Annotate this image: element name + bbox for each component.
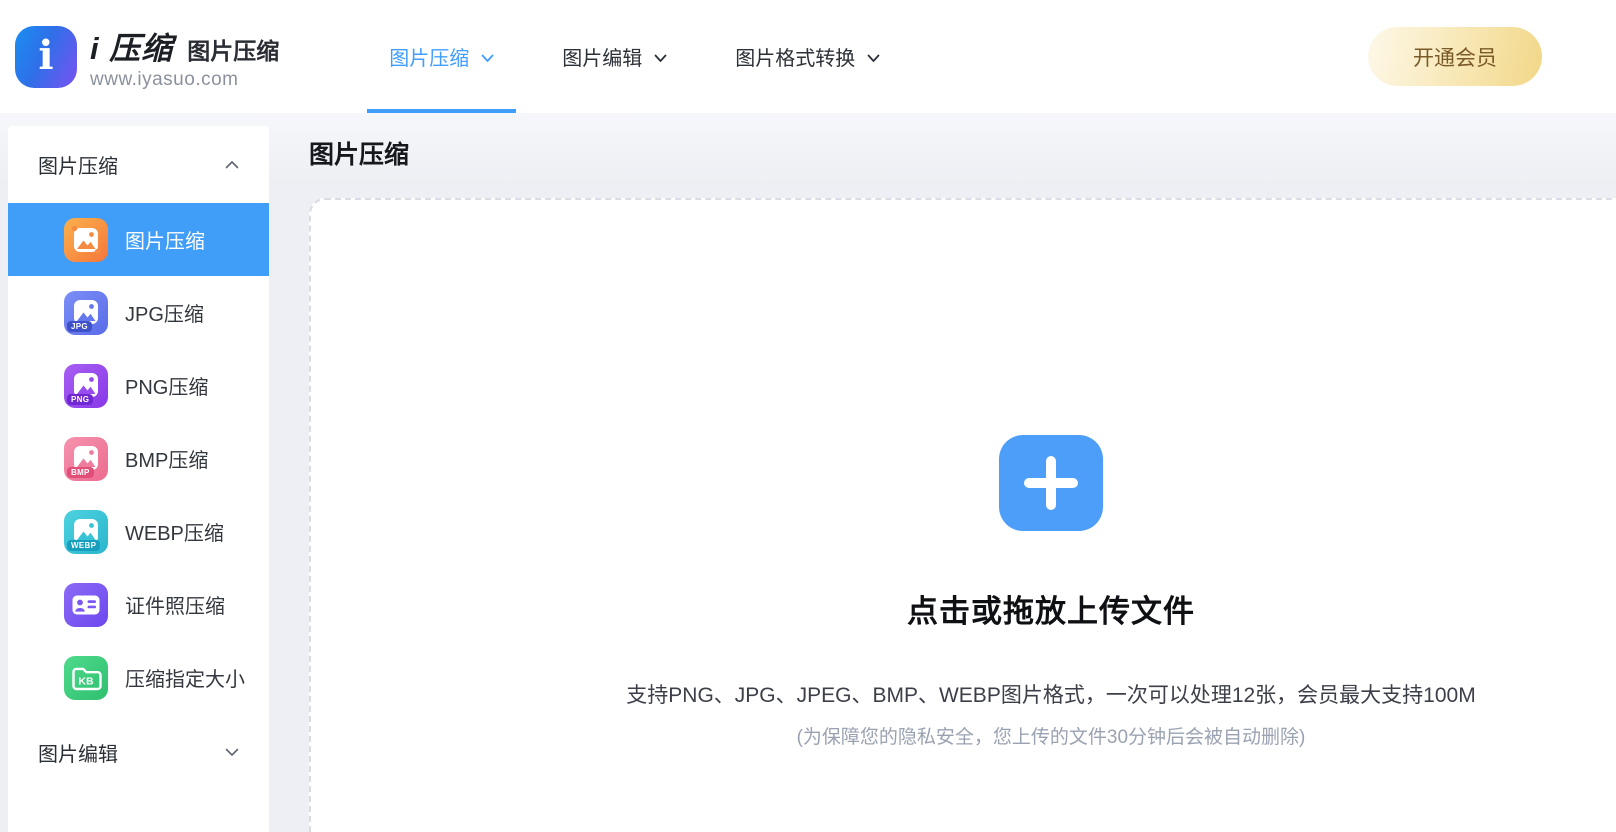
upload-dropzone[interactable]: 点击或拖放上传文件 支持PNG、JPG、JPEG、BMP、WEBP图片格式，一次… — [309, 198, 1616, 832]
format-badge: WEBP — [67, 539, 101, 551]
chevron-down-icon — [654, 54, 667, 62]
sidebar-item-label: 证件照压缩 — [125, 596, 225, 618]
plus-icon — [1024, 456, 1078, 510]
chevron-up-icon — [225, 161, 239, 169]
top-header: i i 压缩 图片压缩 www.iyasuo.com 图片压缩 图片编辑 图片格… — [0, 0, 1616, 113]
sidebar-item-image-compress[interactable]: 图片压缩 — [8, 203, 269, 276]
brand-logo-icon: i — [15, 25, 77, 88]
sidebar-item-png-compress[interactable]: PNG PNG压缩 — [8, 349, 269, 422]
chevron-down-icon — [867, 54, 880, 62]
nav-tab-image-edit[interactable]: 图片编辑 — [540, 0, 689, 113]
group-label: 图片压缩 — [38, 156, 118, 178]
sidebar-item-label: WEBP压缩 — [125, 523, 224, 545]
sidebar-item-label: 压缩指定大小 — [125, 669, 245, 691]
chevron-down-icon — [481, 54, 494, 62]
sidebar-item-label: 图片压缩 — [125, 231, 205, 253]
nav-tab-label: 图片编辑 — [562, 48, 643, 70]
nav-tab-label: 图片格式转换 — [735, 48, 856, 70]
sidebar-item-jpg-compress[interactable]: JPG JPG压缩 — [8, 276, 269, 349]
brand[interactable]: i i 压缩 图片压缩 www.iyasuo.com — [0, 23, 279, 91]
format-badge: PNG — [67, 393, 94, 405]
id-photo-compress-icon — [64, 582, 108, 627]
bmp-compress-icon: BMP — [64, 436, 108, 481]
sidebar: 图片压缩 图片压缩 JPG JPG压缩 PNG PNG压缩 BMP BMP压缩 … — [8, 126, 269, 832]
sidebar-item-id-photo-compress[interactable]: 证件照压缩 — [8, 568, 269, 641]
main-nav: 图片压缩 图片编辑 图片格式转换 — [367, 0, 902, 113]
webp-compress-icon: WEBP — [64, 509, 108, 554]
sidebar-item-compress-to-size[interactable]: KB 压缩指定大小 — [8, 641, 269, 714]
app-body: 图片压缩 图片压缩 JPG JPG压缩 PNG PNG压缩 BMP BMP压缩 … — [0, 113, 1616, 832]
brand-text: i 压缩 图片压缩 www.iyasuo.com — [90, 23, 279, 91]
add-files-button[interactable] — [999, 435, 1103, 531]
brand-url: www.iyasuo.com — [90, 68, 239, 90]
logo-letter: i — [38, 31, 54, 79]
chevron-down-icon — [225, 748, 239, 756]
png-compress-icon: PNG — [64, 363, 108, 408]
brand-name: i 压缩 — [90, 30, 174, 66]
sidebar-item-label: JPG压缩 — [125, 304, 204, 326]
sidebar-group-image-compress[interactable]: 图片压缩 — [8, 126, 269, 203]
image-compress-icon — [64, 217, 108, 262]
brand-tagline: 图片压缩 — [187, 37, 280, 64]
sidebar-item-bmp-compress[interactable]: BMP BMP压缩 — [8, 422, 269, 495]
sidebar-item-label: PNG压缩 — [125, 377, 209, 399]
format-badge: JPG — [67, 320, 92, 332]
sidebar-item-webp-compress[interactable]: WEBP WEBP压缩 — [8, 495, 269, 568]
nav-tab-image-compress[interactable]: 图片压缩 — [367, 0, 517, 113]
sidebar-group-image-edit[interactable]: 图片编辑 — [8, 714, 269, 791]
nav-tab-format-convert[interactable]: 图片格式转换 — [713, 0, 902, 113]
upload-support-text: 支持PNG、JPG、JPEG、BMP、WEBP图片格式，一次可以处理12张，会员… — [626, 684, 1476, 707]
upload-privacy-note: (为保障您的隐私安全，您上传的文件30分钟后会被自动删除) — [796, 727, 1306, 748]
compress-to-size-icon: KB — [64, 655, 108, 700]
nav-tab-label: 图片压缩 — [389, 48, 470, 70]
svg-text:KB: KB — [78, 675, 94, 687]
format-badge: BMP — [67, 466, 94, 478]
main-content: 图片压缩 点击或拖放上传文件 支持PNG、JPG、JPEG、BMP、WEBP图片… — [269, 113, 1616, 832]
upload-heading: 点击或拖放上传文件 — [907, 594, 1195, 629]
jpg-compress-icon: JPG — [64, 290, 108, 335]
group-label: 图片编辑 — [38, 744, 118, 766]
page-title: 图片压缩 — [309, 141, 410, 169]
sidebar-item-label: BMP压缩 — [125, 450, 209, 472]
open-vip-button[interactable]: 开通会员 — [1368, 27, 1542, 86]
